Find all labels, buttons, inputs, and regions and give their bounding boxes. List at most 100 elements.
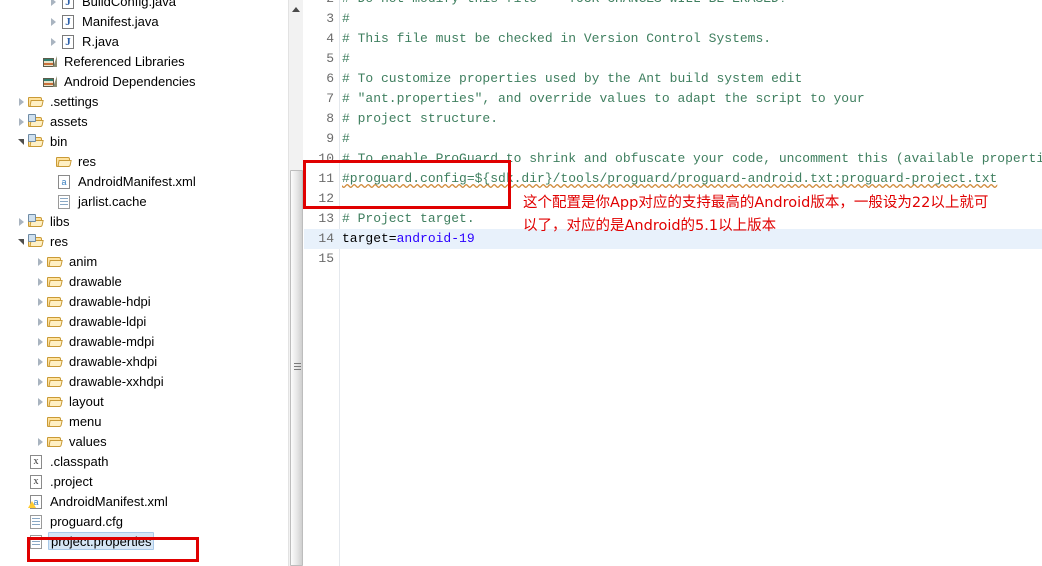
code-line-4[interactable]: 4 # This file must be checked in Version … bbox=[304, 29, 1042, 49]
text-file-icon bbox=[28, 512, 44, 532]
tree-item-label: .settings bbox=[50, 94, 99, 109]
project-file-icon bbox=[28, 472, 44, 492]
tree-item-assets[interactable]: assets bbox=[0, 112, 288, 132]
tree-item-drawable[interactable]: drawable bbox=[0, 272, 288, 292]
tree-item-android-dependencies[interactable]: Android Dependencies bbox=[0, 72, 288, 92]
tree-item-androidmanifest-xml[interactable]: AndroidManifest.xml bbox=[0, 492, 288, 512]
comment-text: # bbox=[342, 11, 350, 26]
tree-item-drawable-xhdpi[interactable]: drawable-xhdpi bbox=[0, 352, 288, 372]
tree-item-anim[interactable]: anim bbox=[0, 252, 288, 272]
java-file-icon bbox=[60, 32, 76, 52]
tree-item-r-java[interactable]: R.java bbox=[0, 32, 288, 52]
tree-twisty-collapsed-icon[interactable] bbox=[36, 352, 47, 372]
code-line-2[interactable]: 2# Do not modify this file -- YOUR CHANG… bbox=[304, 0, 1042, 9]
comment-text: # Do not modify this file -- YOUR CHANGE… bbox=[339, 0, 787, 9]
tree-item-drawable-mdpi[interactable]: drawable-mdpi bbox=[0, 332, 288, 352]
folder-icon bbox=[47, 272, 63, 292]
tree-item--project[interactable]: .project bbox=[0, 472, 288, 492]
scroll-up-arrow-icon[interactable] bbox=[289, 0, 303, 16]
line-number: 9 bbox=[326, 131, 334, 146]
tree-item-label: res bbox=[78, 154, 97, 169]
tree-item-label: menu bbox=[69, 414, 102, 429]
code-line-5[interactable]: 5 # bbox=[304, 49, 1042, 69]
tree-item--settings[interactable]: .settings bbox=[0, 92, 288, 112]
tree-item-menu[interactable]: menu bbox=[0, 412, 288, 432]
tree-twisty-expanded-icon[interactable] bbox=[17, 132, 28, 152]
tree-item-drawable-xxhdpi[interactable]: drawable-xxhdpi bbox=[0, 372, 288, 392]
package-explorer-tree[interactable]: BuildConfig.java Manifest.java R.java Refer… bbox=[0, 0, 288, 566]
line-number: 4 bbox=[326, 31, 334, 46]
text-editor[interactable]: 2# Do not modify this file -- YOUR CHANG… bbox=[304, 0, 1042, 566]
tree-twisty-collapsed-icon[interactable] bbox=[17, 112, 28, 132]
tree-item--classpath[interactable]: .classpath bbox=[0, 452, 288, 472]
tree-item-libs[interactable]: libs bbox=[0, 212, 288, 232]
comment-text: # To customize properties used by the An… bbox=[342, 71, 803, 86]
tree-twisty-collapsed-icon[interactable] bbox=[36, 272, 47, 292]
tree-vertical-scrollbar[interactable] bbox=[288, 0, 303, 566]
tree-item-label: AndroidManifest.xml bbox=[50, 494, 168, 509]
line-number: 6 bbox=[326, 71, 334, 86]
tree-item-label: libs bbox=[50, 214, 70, 229]
code-line-3[interactable]: 3 # bbox=[304, 9, 1042, 29]
tree-item-referenced-libraries[interactable]: Referenced Libraries bbox=[0, 52, 288, 72]
tree-twisty-collapsed-icon[interactable] bbox=[49, 32, 60, 52]
code-line-8[interactable]: 8 # project structure. bbox=[304, 109, 1042, 129]
code-line-7[interactable]: 7 # "ant.properties", and override values… bbox=[304, 89, 1042, 109]
library-stack-icon bbox=[42, 72, 58, 92]
java-file-icon bbox=[60, 12, 76, 32]
comment-text: # "ant.properties", and override values … bbox=[342, 91, 865, 106]
tree-item-label: anim bbox=[69, 254, 98, 269]
code-line-10[interactable]: 10 # To enable ProGuard to shrink and obf… bbox=[304, 149, 1042, 169]
comment-text: # To enable ProGuard to shrink and obfus… bbox=[342, 151, 1042, 166]
tree-twisty-collapsed-icon[interactable] bbox=[36, 392, 47, 412]
tree-scrollbar-thumb[interactable] bbox=[290, 170, 303, 566]
warning-overlay-icon bbox=[28, 501, 36, 508]
tree-twisty-collapsed-icon[interactable] bbox=[49, 12, 60, 32]
tree-twisty-expanded-icon[interactable] bbox=[17, 232, 28, 252]
tree-twisty-placeholder bbox=[17, 472, 28, 492]
tree-twisty-collapsed-icon[interactable] bbox=[36, 332, 47, 352]
source-folder-badge-icon bbox=[28, 134, 36, 142]
tree-item-bin[interactable]: bin bbox=[0, 132, 288, 152]
tree-item-layout[interactable]: layout bbox=[0, 392, 288, 412]
tree-item-drawable-hdpi[interactable]: drawable-hdpi bbox=[0, 292, 288, 312]
tree-item-buildconfig-java[interactable]: BuildConfig.java bbox=[0, 0, 288, 12]
library-stack-icon bbox=[42, 52, 58, 72]
tree-item-project-properties[interactable]: project.properties bbox=[0, 532, 288, 552]
tree-item-androidmanifest-xml[interactable]: AndroidManifest.xml bbox=[0, 172, 288, 192]
tree-twisty-collapsed-icon[interactable] bbox=[36, 372, 47, 392]
tree-item-proguard-cfg[interactable]: proguard.cfg bbox=[0, 512, 288, 532]
code-line-9[interactable]: 9 # bbox=[304, 129, 1042, 149]
tree-item-res[interactable]: res bbox=[0, 232, 288, 252]
tree-item-res[interactable]: res bbox=[0, 152, 288, 172]
code-line-11[interactable]: 11 #proguard.config=${sdk.dir}/tools/prog… bbox=[304, 169, 1042, 189]
tree-twisty-collapsed-icon[interactable] bbox=[17, 212, 28, 232]
tree-item-manifest-java[interactable]: Manifest.java bbox=[0, 12, 288, 32]
tree-item-label: drawable-hdpi bbox=[69, 294, 151, 309]
tree-twisty-collapsed-icon[interactable] bbox=[17, 92, 28, 112]
tree-item-label: values bbox=[69, 434, 107, 449]
tree-twisty-collapsed-icon[interactable] bbox=[36, 432, 47, 452]
tree-twisty-collapsed-icon[interactable] bbox=[36, 292, 47, 312]
android-xml-icon bbox=[56, 172, 72, 192]
tree-twisty-placeholder bbox=[17, 512, 28, 532]
tree-item-label: Manifest.java bbox=[82, 14, 159, 29]
tree-twisty-collapsed-icon[interactable] bbox=[49, 0, 60, 12]
tree-item-jarlist-cache[interactable]: jarlist.cache bbox=[0, 192, 288, 212]
code-line-15[interactable]: 15 bbox=[304, 249, 1042, 269]
classpath-file-icon bbox=[28, 452, 44, 472]
tree-item-values[interactable]: values bbox=[0, 432, 288, 452]
line-number: 3 bbox=[326, 11, 334, 26]
code-line-6[interactable]: 6 # To customize properties used by the A… bbox=[304, 69, 1042, 89]
tree-twisty-collapsed-icon[interactable] bbox=[36, 312, 47, 332]
source-folder-icon bbox=[28, 112, 44, 132]
tree-twisty-collapsed-icon[interactable] bbox=[36, 252, 47, 272]
tree-item-drawable-ldpi[interactable]: drawable-ldpi bbox=[0, 312, 288, 332]
